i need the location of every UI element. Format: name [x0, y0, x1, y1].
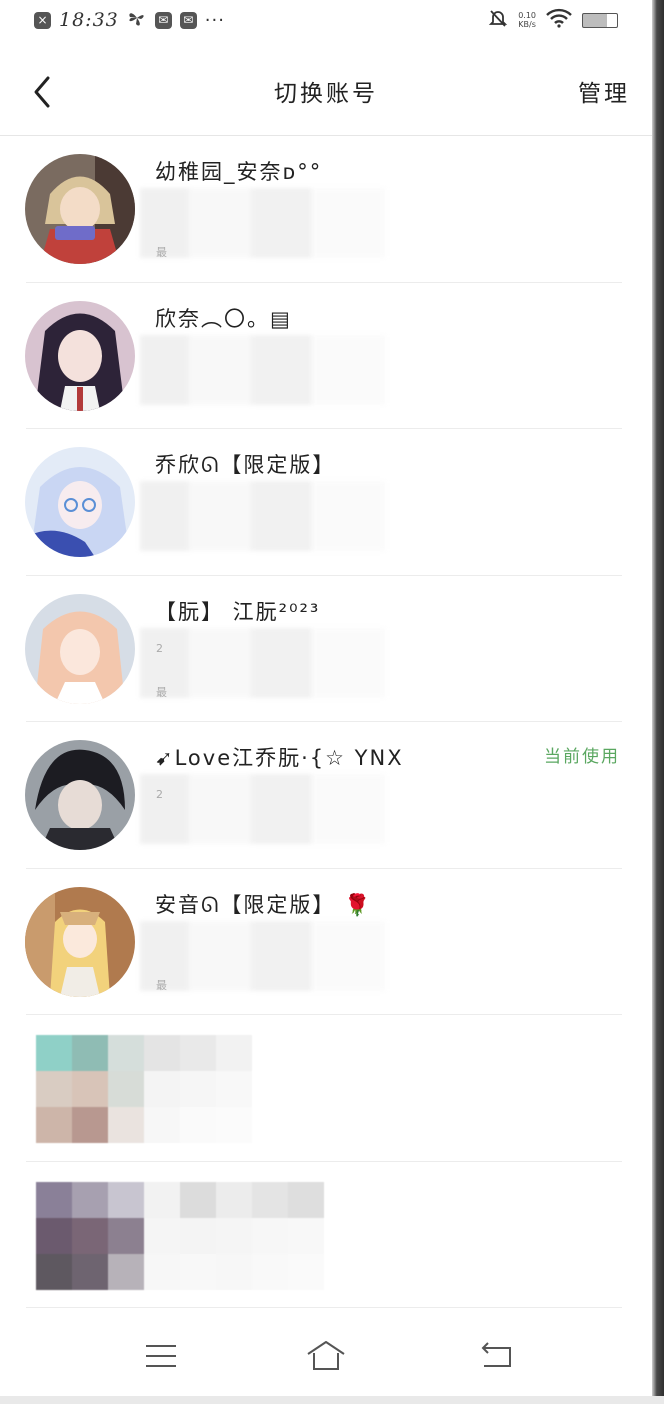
avatar	[25, 154, 135, 264]
redacted-avatar	[36, 1181, 324, 1290]
redacted-info	[140, 774, 385, 844]
account-name: 幼稚园_安奈ᴅ°°	[155, 160, 323, 184]
mail-icon-2: ✉	[179, 11, 197, 29]
fan-icon	[127, 8, 147, 33]
account-id: 2	[156, 641, 163, 655]
account-item[interactable]	[0, 1162, 652, 1309]
redacted-info	[140, 481, 385, 551]
current-use-badge: 当前使用	[544, 747, 620, 767]
close-notification-icon: ×	[34, 11, 51, 29]
account-item[interactable]: 幼稚园_安奈ᴅ°° 最	[0, 136, 652, 283]
return-icon	[481, 1342, 511, 1367]
screen-bezel	[652, 0, 664, 1404]
account-item[interactable]: 乔欣ᘏ【限定版】	[0, 429, 652, 576]
status-left: × 18:33 ✉ ✉ ···	[34, 8, 225, 33]
system-nav-bar	[0, 1310, 652, 1396]
avatar	[25, 593, 135, 704]
account-list: 幼稚园_安奈ᴅ°° 最 欣奈︵〇。▤ 乔欣ᘏ【限定版】 【朊】 江朊²⁰²³ 2…	[0, 136, 652, 1308]
account-item[interactable]	[0, 1015, 652, 1162]
account-name: 乔欣ᘏ【限定版】	[155, 453, 336, 477]
account-name: ➹Love江乔朊·{☆ YNX	[155, 746, 404, 770]
return-button[interactable]	[478, 1340, 514, 1372]
battery-icon: 7	[582, 12, 618, 28]
avatar	[25, 886, 135, 997]
account-last-login: 最	[156, 685, 167, 699]
redacted-info	[140, 627, 385, 698]
menu-button[interactable]	[143, 1340, 179, 1372]
manage-button[interactable]: 管理	[578, 74, 630, 108]
account-id: 2	[156, 788, 163, 801]
redacted-info	[140, 188, 385, 258]
status-time: 18:33	[59, 9, 119, 31]
redacted-info	[140, 334, 385, 405]
home-button[interactable]	[305, 1340, 347, 1372]
header: 切换账号 管理	[0, 50, 652, 136]
more-notifications: ···	[204, 9, 225, 31]
screen-bottom-edge	[0, 1396, 664, 1404]
account-item[interactable]: 安音ᘏ【限定版】 🌹 最	[0, 869, 652, 1016]
home-icon	[307, 1341, 345, 1370]
network-speed: 0.10 KB/s	[518, 11, 536, 29]
redacted-info	[140, 920, 385, 991]
wifi-icon	[546, 8, 572, 33]
account-name: 安音ᘏ【限定版】 🌹	[155, 892, 373, 917]
avatar	[25, 447, 135, 557]
avatar	[25, 300, 135, 411]
status-right: 0.10 KB/s 7	[488, 8, 618, 33]
account-item[interactable]: 欣奈︵〇。▤	[0, 283, 652, 430]
network-speed-value: 0.10	[518, 11, 536, 20]
account-last-login: 最	[156, 246, 167, 259]
redacted-avatar	[36, 1035, 252, 1143]
account-name: 欣奈︵〇。▤	[155, 306, 292, 331]
account-name: 【朊】 江朊²⁰²³	[155, 599, 321, 624]
account-item[interactable]: 【朊】 江朊²⁰²³ 2 最	[0, 576, 652, 723]
mail-icon-1: ✉	[154, 11, 172, 29]
status-bar: × 18:33 ✉ ✉ ··· 0.10 KB/s 7	[0, 0, 652, 40]
menu-icon	[146, 1345, 176, 1367]
avatar	[25, 740, 135, 850]
account-item[interactable]: ➹Love江乔朊·{☆ YNX 当前使用 2	[0, 722, 652, 869]
network-speed-unit: KB/s	[518, 20, 536, 29]
account-last-login: 最	[156, 978, 167, 992]
page-title: 切换账号	[274, 81, 378, 107]
mute-bell-icon	[488, 8, 508, 33]
